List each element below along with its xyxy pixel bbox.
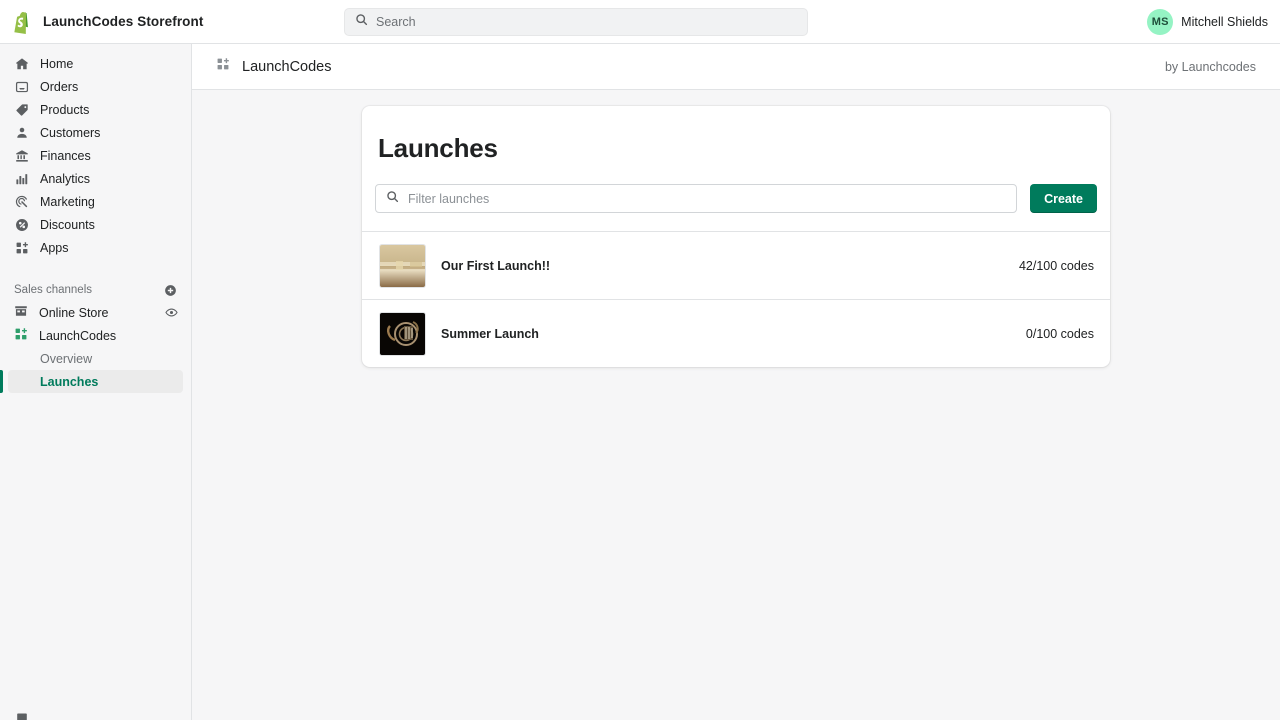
bar-chart-icon [14, 171, 29, 186]
user-menu[interactable]: MS Mitchell Shields [1147, 0, 1268, 44]
sidebar-item-finances[interactable]: Finances [8, 144, 183, 167]
sales-channels-title: Sales channels [14, 284, 92, 296]
launch-name: Summer Launch [441, 326, 539, 341]
sidebar-item-label: Apps [40, 240, 69, 255]
sidebar-item-apps[interactable]: Apps [8, 236, 183, 259]
sidebar-item-products[interactable]: Products [8, 98, 183, 121]
launch-codes-count: 0/100 codes [1025, 326, 1094, 341]
sales-channels-header: Sales channels [0, 279, 191, 301]
filter-input[interactable] [408, 191, 1007, 206]
orders-inbox-icon [14, 79, 29, 94]
store-name: LaunchCodes Storefront [43, 14, 204, 29]
brand-area[interactable]: LaunchCodes Storefront [0, 10, 344, 34]
person-icon [14, 125, 29, 140]
storefront-icon [14, 304, 28, 321]
bank-icon [14, 148, 29, 163]
launch-thumbnail [379, 311, 426, 356]
search-icon [386, 190, 399, 208]
launch-thumbnail [379, 243, 426, 288]
sidebar-bottom-icon[interactable] [16, 711, 28, 720]
sidebar-item-label: Finances [40, 148, 91, 163]
sidebar-item-launchcodes[interactable]: LaunchCodes [8, 324, 183, 347]
search-icon [355, 13, 368, 31]
sidebar-item-analytics[interactable]: Analytics [8, 167, 183, 190]
sidebar-item-overview[interactable]: Overview [8, 347, 183, 370]
sidebar-item-label: Online Store [39, 305, 109, 320]
breadcrumb-title: LaunchCodes [242, 58, 332, 75]
sidebar-item-orders[interactable]: Orders [8, 75, 183, 98]
search-input[interactable] [376, 14, 797, 29]
global-search[interactable] [344, 7, 808, 36]
launchcodes-grid-icon [14, 327, 28, 344]
create-button[interactable]: Create [1030, 184, 1097, 213]
main-content: LaunchCodes by Launchcodes Launches Crea… [192, 44, 1280, 720]
sidebar-item-label: Discounts [40, 217, 95, 232]
sidebar-item-label: LaunchCodes [39, 328, 117, 343]
sidebar: Home Orders Products Customers Finances … [0, 44, 192, 720]
filter-row: Create [362, 164, 1110, 231]
sidebar-item-online-store[interactable]: Online Store [8, 301, 183, 324]
sidebar-item-label: Orders [40, 79, 79, 94]
launches-card: Launches Create [362, 106, 1110, 367]
discount-percent-icon [14, 217, 29, 232]
apps-grid-icon [14, 240, 29, 255]
launchcodes-grid-icon [216, 57, 230, 76]
top-bar: LaunchCodes Storefront MS Mitchell Shiel… [0, 0, 1280, 44]
home-icon [14, 56, 29, 71]
sidebar-item-label: Marketing [40, 194, 95, 209]
eye-icon[interactable] [165, 306, 183, 319]
avatar: MS [1147, 9, 1174, 35]
page-title: Launches [378, 133, 498, 163]
table-row[interactable]: Our First Launch!! 42/100 codes [362, 231, 1110, 299]
sidebar-item-label: Home [40, 56, 74, 71]
plus-circle-icon[interactable] [164, 284, 177, 297]
user-name: Mitchell Shields [1181, 15, 1268, 29]
sidebar-item-discounts[interactable]: Discounts [8, 213, 183, 236]
sidebar-subitem-label: Overview [40, 351, 93, 366]
app-developer-byline: by Launchcodes [1164, 59, 1256, 74]
megaphone-target-icon [14, 194, 29, 209]
filter-launches-field[interactable] [375, 184, 1018, 213]
sidebar-item-marketing[interactable]: Marketing [8, 190, 183, 213]
sidebar-item-label: Products [40, 102, 90, 117]
launch-codes-count: 42/100 codes [1018, 258, 1094, 273]
sidebar-item-label: Analytics [40, 171, 91, 186]
shopify-bag-icon [12, 10, 34, 34]
sidebar-subitem-label: Launches [40, 374, 99, 389]
sidebar-item-label: Customers [40, 125, 101, 140]
price-tag-icon [14, 102, 29, 117]
table-row[interactable]: Summer Launch 0/100 codes [362, 299, 1110, 367]
breadcrumb-app[interactable]: LaunchCodes [216, 57, 332, 76]
launch-name: Our First Launch!! [441, 258, 551, 273]
sidebar-item-launches[interactable]: Launches [0, 370, 183, 393]
breadcrumb: LaunchCodes by Launchcodes [192, 44, 1280, 90]
sidebar-item-customers[interactable]: Customers [8, 121, 183, 144]
sidebar-item-home[interactable]: Home [8, 52, 183, 75]
